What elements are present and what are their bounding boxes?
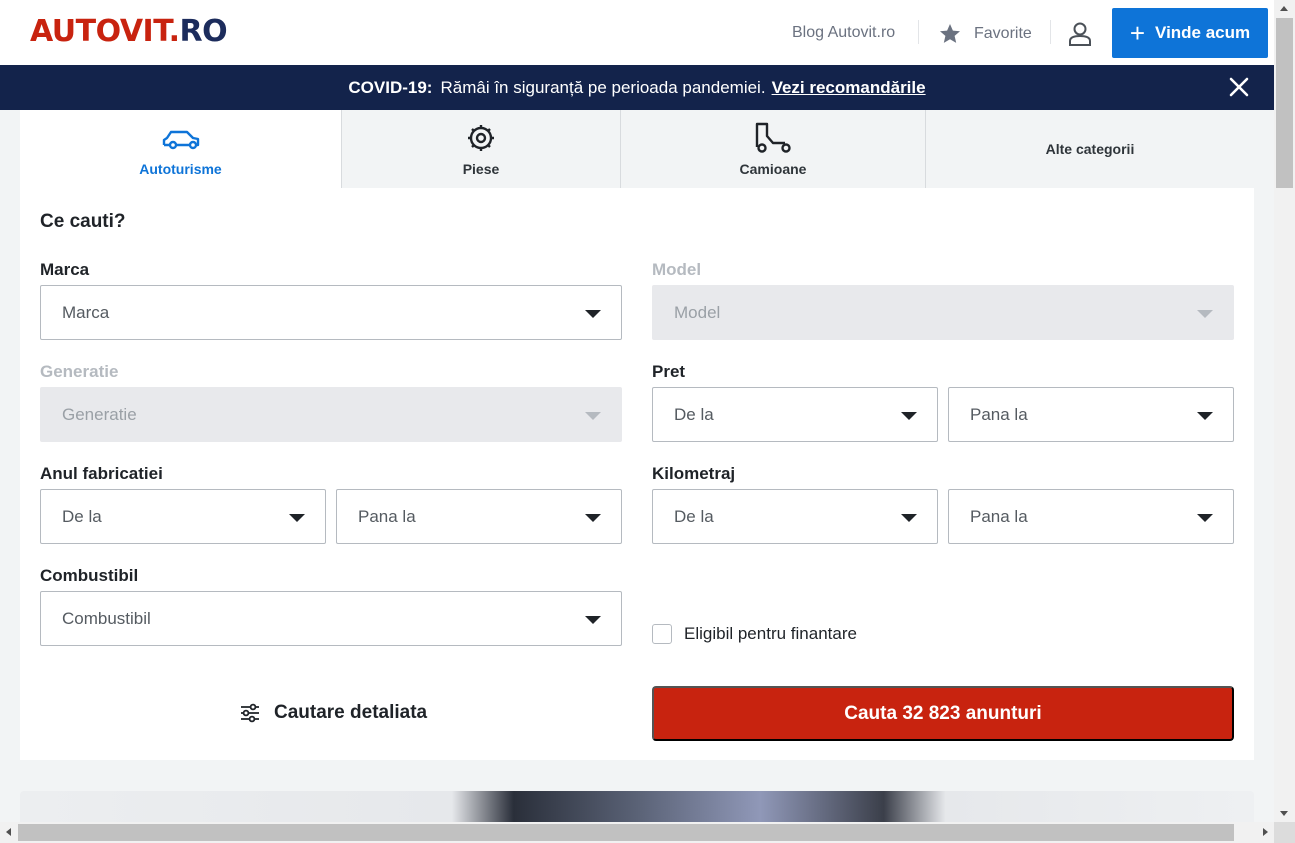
- banner-label: COVID-19:: [348, 77, 433, 97]
- search-button[interactable]: Cauta 32 823 anunturi: [652, 686, 1234, 741]
- banner-link[interactable]: Vezi recomandările: [772, 78, 926, 98]
- header-divider: [1050, 20, 1051, 44]
- chevron-down-icon: [1197, 514, 1213, 522]
- fuel-value: Combustibil: [62, 608, 151, 628]
- checkbox-box[interactable]: [652, 624, 672, 644]
- car-icon: [162, 130, 199, 150]
- price-from-select[interactable]: De la: [652, 387, 938, 442]
- year-to-select[interactable]: Pana la: [336, 489, 622, 544]
- star-icon: [940, 24, 960, 43]
- fuel-select[interactable]: Combustibil: [40, 591, 622, 646]
- chevron-down-icon: [1197, 412, 1213, 420]
- mileage-label: Kilometraj: [652, 464, 736, 483]
- scrollbar-thumb[interactable]: [1276, 18, 1293, 188]
- model-select: Model: [652, 285, 1234, 340]
- fuel-label: Combustibil: [40, 566, 139, 585]
- year-label: Anul fabricatiei: [40, 464, 163, 483]
- scrollbar-corner: [1274, 822, 1295, 843]
- generation-select: Generatie: [40, 387, 622, 442]
- chevron-down-icon: [1197, 310, 1213, 318]
- close-icon[interactable]: [1228, 76, 1250, 98]
- autovit-logo[interactable]: AUTOVIT.RO: [30, 14, 228, 50]
- sliders-icon: [241, 703, 259, 723]
- mileage-from-value: De la: [674, 506, 714, 526]
- banner-text: Rămâi în siguranță pe perioada pandemiei…: [440, 77, 766, 97]
- advanced-search-button[interactable]: Cautare detaliata: [238, 701, 427, 725]
- make-label: Marca: [40, 260, 90, 279]
- tab-label: Alte categorii: [1045, 141, 1135, 157]
- price-from-value: De la: [674, 404, 714, 424]
- chevron-down-icon: [901, 514, 917, 522]
- financing-checkbox[interactable]: Eligibil pentru finantare: [652, 624, 857, 644]
- search-panel: Ce cauti? Marca Marca Model Model Genera…: [20, 188, 1254, 760]
- make-value: Marca: [62, 302, 110, 322]
- tab-piese[interactable]: Piese: [341, 110, 620, 188]
- mileage-to-select[interactable]: Pana la: [948, 489, 1234, 544]
- financing-label: Eligibil pentru finantare: [684, 624, 857, 643]
- chevron-down-icon: [585, 514, 601, 522]
- sell-now-label: Vinde acum: [1155, 23, 1251, 42]
- make-select[interactable]: Marca: [40, 285, 622, 340]
- advanced-search-label: Cautare detaliata: [274, 702, 428, 723]
- search-title: Ce cauti?: [40, 211, 126, 232]
- sell-now-button[interactable]: + Vinde acum: [1112, 8, 1268, 58]
- tab-camioane[interactable]: Camioane: [620, 110, 925, 188]
- scroll-down-icon[interactable]: [1280, 811, 1288, 816]
- favorites-label: Favorite: [974, 25, 1032, 42]
- generation-label: Generatie: [40, 362, 119, 381]
- category-tabs: Autoturisme Piese Camioane Alte categori…: [20, 110, 1254, 188]
- chevron-down-icon: [585, 310, 601, 318]
- truck-icon: [755, 122, 791, 153]
- scroll-up-icon[interactable]: [1280, 6, 1288, 11]
- tab-alte-categorii[interactable]: Alte categorii: [925, 110, 1254, 188]
- model-value: Model: [674, 302, 721, 322]
- tab-autoturisme[interactable]: Autoturisme: [20, 110, 341, 188]
- price-to-select[interactable]: Pana la: [948, 387, 1234, 442]
- year-from-select[interactable]: De la: [40, 489, 326, 544]
- tab-label: Autoturisme: [139, 161, 222, 177]
- horizontal-scrollbar[interactable]: [0, 822, 1274, 843]
- scroll-right-icon[interactable]: [1263, 828, 1268, 836]
- user-icon[interactable]: [1066, 20, 1094, 48]
- price-to-value: Pana la: [970, 404, 1028, 424]
- favorites-link[interactable]: Favorite: [938, 22, 1032, 46]
- tab-label: Piese: [462, 161, 500, 177]
- logo-text-autovit: AUTOVIT.: [30, 14, 180, 49]
- price-label: Pret: [652, 362, 686, 381]
- year-to-value: Pana la: [358, 506, 416, 526]
- header-divider: [918, 20, 919, 44]
- plus-icon: +: [1129, 18, 1146, 48]
- chevron-down-icon: [289, 514, 305, 522]
- chevron-down-icon: [585, 412, 601, 420]
- site-header: AUTOVIT.RO Blog Autovit.ro Favorite + Vi…: [0, 0, 1274, 65]
- covid-banner: COVID-19: Rămâi în siguranță pe perioada…: [0, 65, 1274, 110]
- year-from-value: De la: [62, 506, 102, 526]
- tab-label: Camioane: [739, 161, 807, 177]
- scroll-left-icon[interactable]: [6, 828, 11, 836]
- logo-text-ro: RO: [179, 14, 228, 49]
- generation-value: Generatie: [62, 404, 137, 424]
- blog-link[interactable]: Blog Autovit.ro: [792, 24, 895, 42]
- gear-icon: [468, 125, 494, 151]
- scrollbar-thumb[interactable]: [18, 824, 1234, 841]
- mileage-from-select[interactable]: De la: [652, 489, 938, 544]
- model-label: Model: [652, 260, 702, 279]
- chevron-down-icon: [585, 616, 601, 624]
- mileage-to-value: Pana la: [970, 506, 1028, 526]
- chevron-down-icon: [901, 412, 917, 420]
- vertical-scrollbar[interactable]: [1274, 0, 1295, 822]
